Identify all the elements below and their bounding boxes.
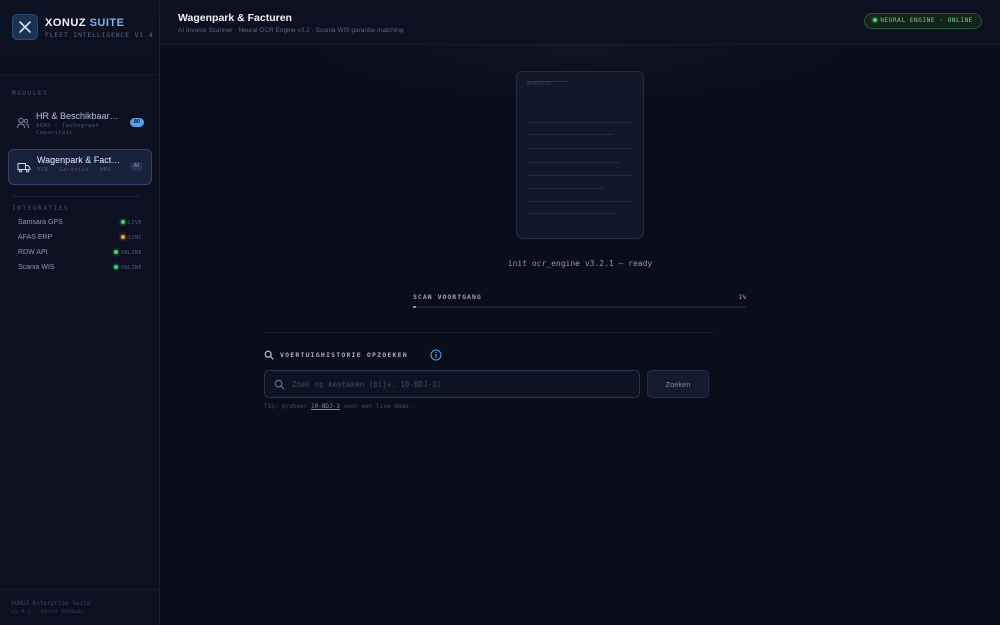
engine-init-message: init ocr_engine v3.2.1 — ready: [507, 259, 653, 268]
search-icon: [274, 379, 285, 390]
integration-status: ONLINE: [113, 250, 142, 256]
scan-progress-bar: [413, 306, 746, 308]
integration-afas[interactable]: AFAS ERP SYNC: [18, 234, 142, 244]
footer-build: v1.4.1 · build 0419a2c: [11, 609, 84, 615]
integration-status: ONLINE: [113, 265, 142, 271]
modules-section-label: MODULES: [12, 90, 49, 97]
integration-name: RDW API: [18, 249, 48, 256]
integrations-section-label: INTEGRATIES: [12, 205, 70, 212]
integration-samsara[interactable]: Samsara GPS LIVE: [18, 219, 142, 229]
doc-line: [529, 122, 633, 123]
status-dot: [120, 220, 125, 224]
search-hint: Tip: probeer 10-BDJ-3 voor een live demo…: [264, 403, 412, 410]
app-name-accent: SUITE: [89, 17, 125, 29]
license-plate-search[interactable]: [264, 370, 640, 398]
doc-line: [529, 175, 633, 176]
module-fleet[interactable]: Wagenpark & Facturen OCR · Garantie · WM…: [8, 149, 152, 185]
status-dot: [120, 235, 125, 239]
main-content: #INVOICE init ocr_engine v3.2.1 — ready …: [160, 45, 1000, 625]
sidebar: XONUZ SUITE FLEET INTELLIGENCE V1.4 MODU…: [0, 0, 160, 625]
module-badge: AI: [129, 162, 143, 171]
users-icon: [17, 117, 30, 129]
search-button[interactable]: Zoeken: [647, 370, 709, 398]
section-divider: [264, 332, 714, 333]
app-logo[interactable]: [12, 14, 38, 40]
integration-name: Scania WIS: [18, 264, 55, 271]
sidebar-footer: XONUZ Enterprise Suite v1.4.1 · build 04…: [0, 589, 159, 625]
doc-line: [529, 148, 633, 149]
scan-progress-label: SCAN VOORTGANG: [413, 293, 482, 301]
doc-line: [529, 213, 617, 214]
doc-line: [529, 162, 619, 163]
doc-line: [527, 81, 567, 82]
scan-progress-fill: [413, 306, 417, 308]
integration-scania[interactable]: Scania WIS ONLINE: [18, 264, 142, 274]
truck-icon: [17, 163, 31, 173]
doc-line: [529, 188, 603, 189]
app-name: XONUZ: [45, 17, 86, 29]
status-dot: [873, 18, 878, 22]
integration-status: LIVE: [120, 220, 142, 226]
license-plate-input[interactable]: [292, 376, 632, 392]
module-title: HR & Beschikbaarheid: [36, 111, 122, 121]
top-header: Wagenpark & Facturen AI Invoice Scanner …: [160, 0, 1000, 45]
doc-line: [529, 134, 613, 135]
invoice-document-preview: #INVOICE: [516, 71, 644, 239]
status-dot: [113, 265, 118, 269]
integration-name: Samsara GPS: [18, 219, 63, 226]
integration-status: SYNC: [120, 235, 142, 241]
app-title: XONUZ SUITE: [45, 17, 124, 29]
app-subtitle: FLEET INTELLIGENCE V1.4: [45, 31, 154, 39]
scan-progress-value: 1%: [738, 293, 746, 301]
brand-header: XONUZ SUITE FLEET INTELLIGENCE V1.4: [0, 0, 159, 75]
hint-prefix: Tip: probeer: [264, 403, 308, 410]
status-dot: [113, 250, 118, 254]
integration-rdw[interactable]: RDW API ONLINE: [18, 249, 142, 259]
module-title: Wagenpark & Facturen: [37, 155, 123, 165]
search-icon: [264, 350, 274, 360]
module-subtitle: OCR · Garantie · WMS: [37, 167, 112, 173]
info-icon[interactable]: [430, 349, 442, 361]
integration-name: AFAS ERP: [18, 234, 53, 241]
module-hr[interactable]: HR & Beschikbaarheid AVAS · Tachograaf ·…: [8, 106, 152, 142]
vehicle-history-title: VOERTUIGHISTORIE OPZOEKEN: [280, 351, 408, 359]
hint-suffix: voor een live demo.: [343, 403, 413, 410]
close-x-icon: [19, 21, 31, 33]
hint-example-plate[interactable]: 10-BDJ-3: [311, 403, 340, 410]
sidebar-divider: [12, 196, 140, 197]
module-subtitle: AVAS · Tachograaf · Capaciteit: [36, 123, 107, 136]
footer-product: XONUZ Enterprise Suite: [11, 600, 91, 607]
module-badge: 80: [129, 118, 144, 127]
page-subtitle: AI Invoice Scanner · Neural OCR Engine v…: [178, 27, 404, 34]
doc-line: [529, 201, 633, 202]
page-title: Wagenpark & Facturen: [178, 12, 292, 24]
engine-status-badge: NEURAL ENGINE · ONLINE: [864, 13, 982, 29]
